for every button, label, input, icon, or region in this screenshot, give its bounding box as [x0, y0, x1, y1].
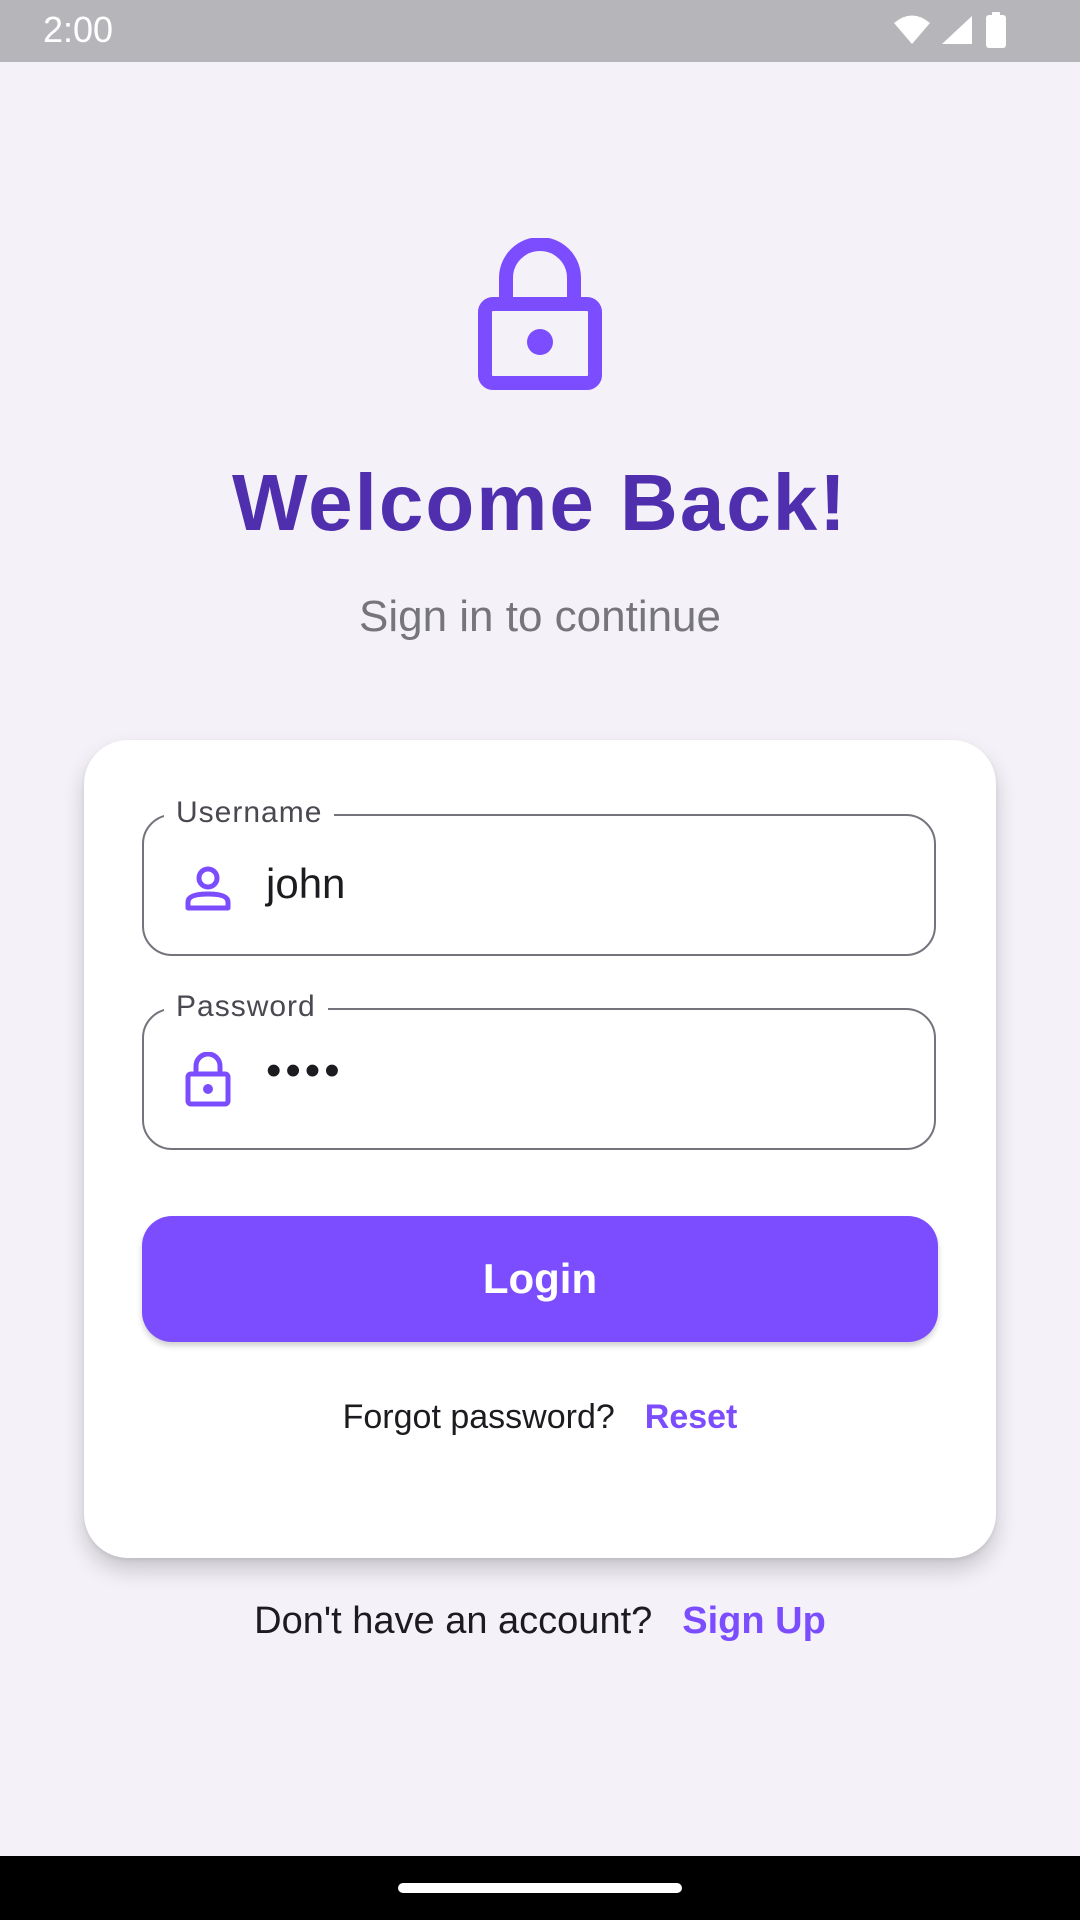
page-title: Welcome Back!: [232, 458, 848, 547]
forgot-password-text: Forgot password?: [342, 1398, 615, 1436]
signup-link[interactable]: Sign Up: [682, 1600, 826, 1642]
home-handle[interactable]: [398, 1883, 682, 1893]
reset-link[interactable]: Reset: [645, 1398, 738, 1436]
wifi-icon: [894, 15, 930, 44]
username-input[interactable]: john: [266, 860, 345, 908]
signup-text: Don't have an account?: [254, 1600, 653, 1642]
signup-row: Don't have an account? Sign Up: [0, 1600, 1080, 1643]
password-field[interactable]: Password ••••: [142, 990, 936, 1150]
status-bar: 2:00: [0, 0, 1080, 62]
app-body: Welcome Back! Sign in to continue Userna…: [0, 62, 1080, 1856]
navigation-bar: [0, 1856, 1080, 1920]
lock-icon: [478, 238, 602, 390]
password-input[interactable]: ••••: [266, 1046, 344, 1096]
lock-icon: [185, 1052, 231, 1107]
username-label: Username: [164, 796, 335, 830]
battery-icon: [986, 12, 1006, 48]
login-button[interactable]: Login: [142, 1216, 938, 1342]
person-icon: [185, 866, 231, 911]
status-icons: [880, 0, 1080, 62]
page-subtitle: Sign in to continue: [358, 592, 722, 641]
password-label: Password: [164, 990, 328, 1024]
forgot-password-row: Forgot password? Reset: [84, 1398, 996, 1437]
username-field[interactable]: Username john: [142, 796, 936, 956]
signal-icon: [942, 16, 972, 44]
login-card: Username john Password •••• Login Forgot…: [84, 740, 996, 1558]
status-time: 2:00: [43, 9, 114, 50]
